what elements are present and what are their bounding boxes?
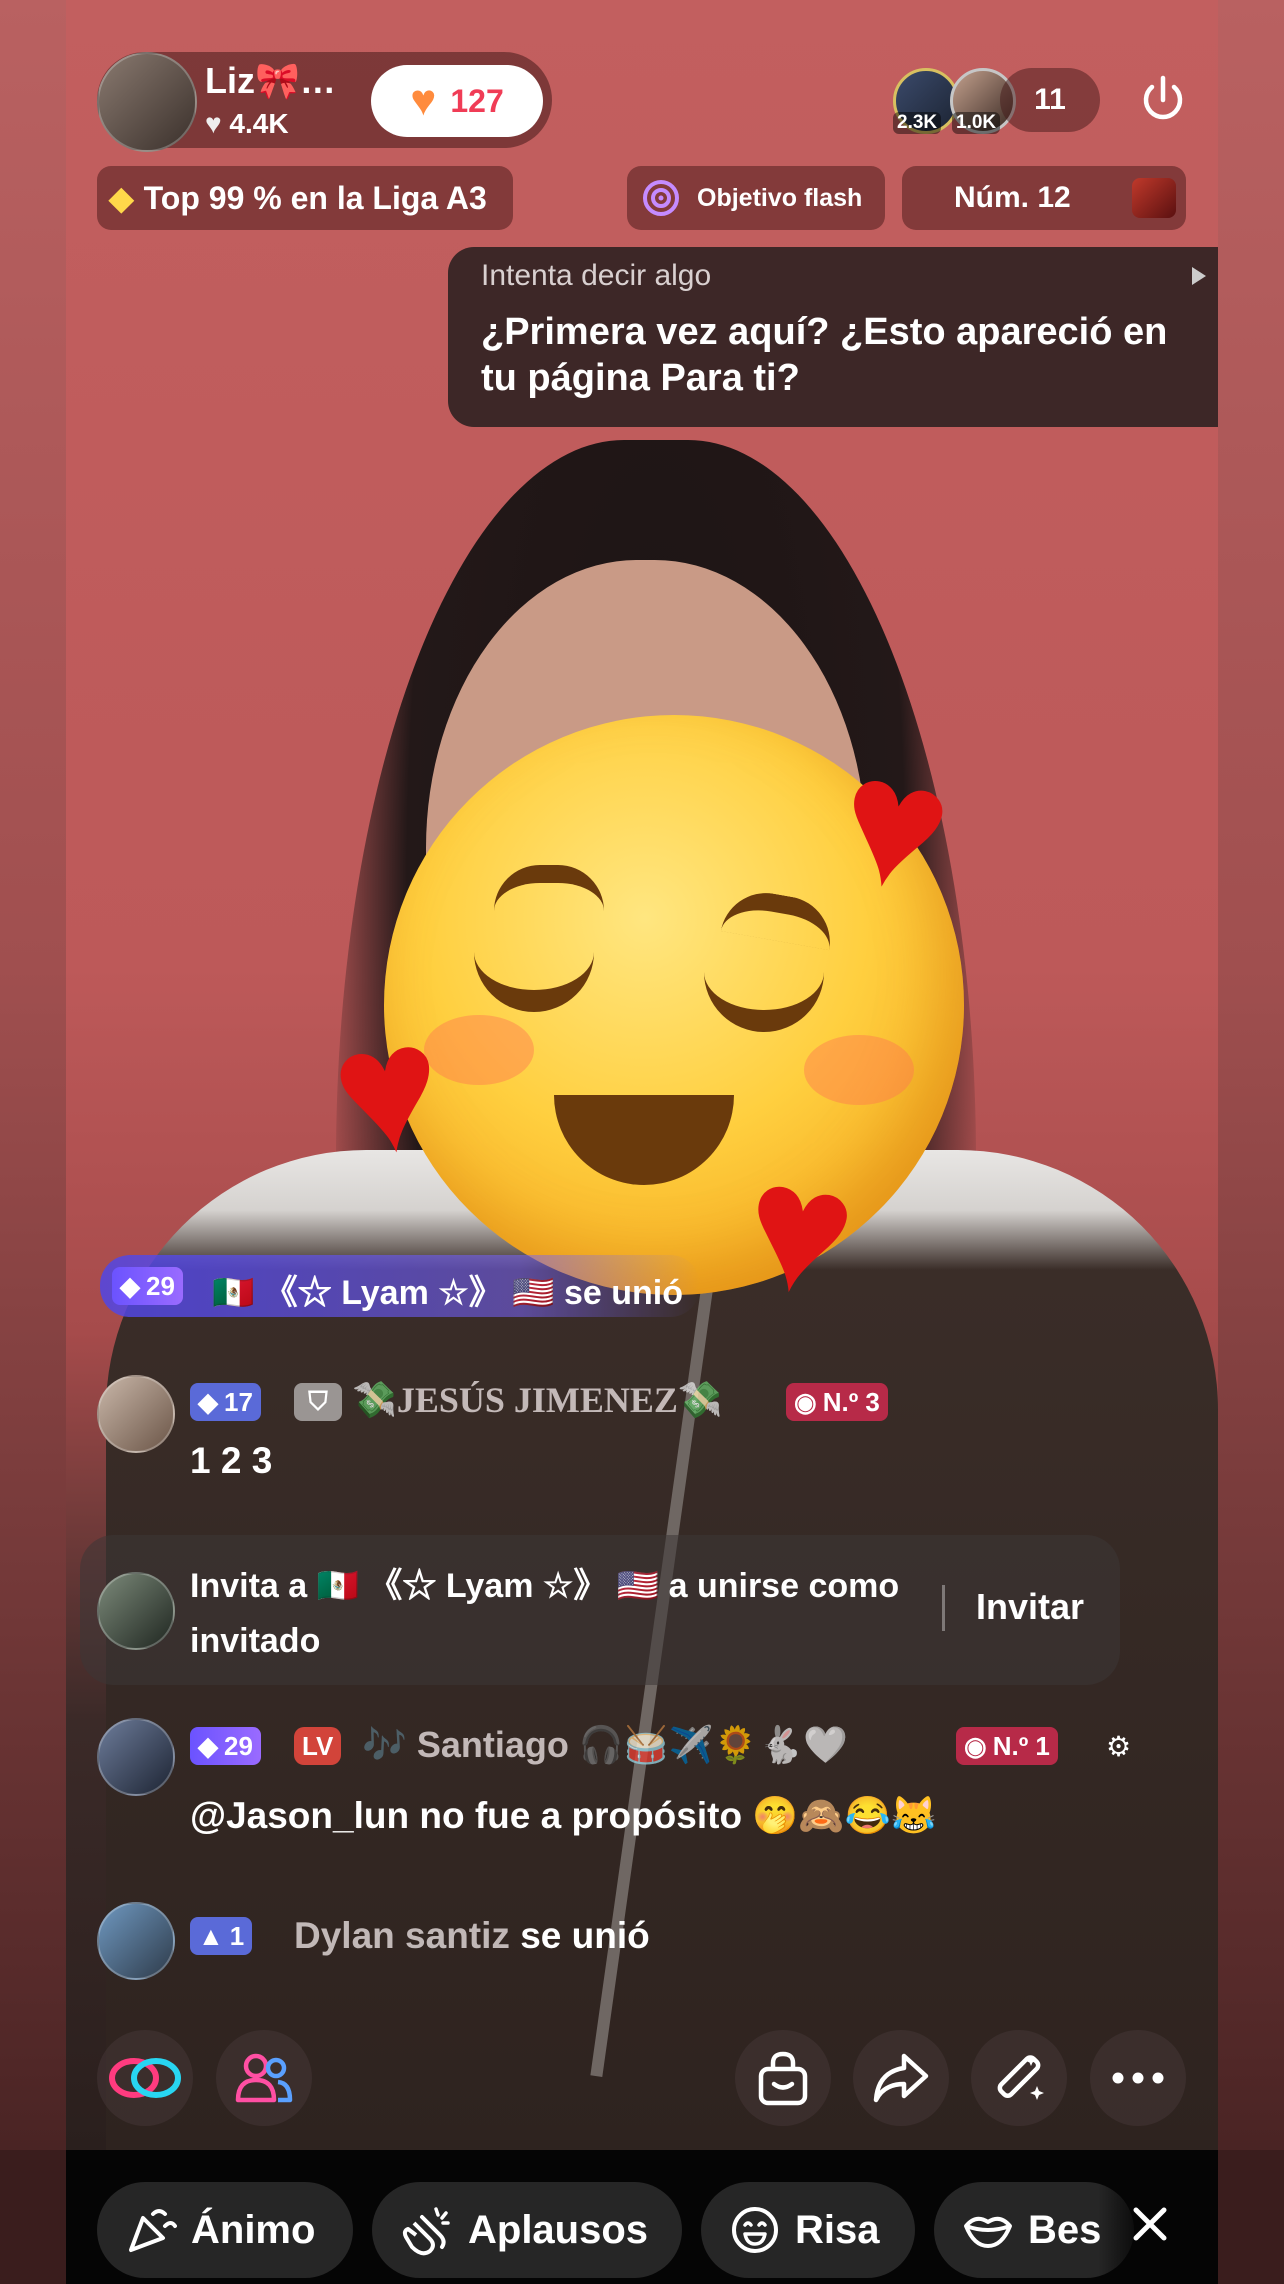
kiss-lips-icon — [964, 2216, 1012, 2248]
party-popper-icon — [129, 2209, 177, 2252]
power-icon[interactable] — [1137, 74, 1189, 126]
clock-icon: ◉ — [964, 1730, 987, 1761]
chat-avatar[interactable] — [97, 1718, 175, 1796]
viewer-count-button[interactable]: 11 — [1000, 68, 1100, 132]
left-blur-edge — [0, 0, 66, 2150]
treasure-chest-icon — [1132, 178, 1176, 218]
rocket-icon: ▲ — [198, 1920, 224, 1951]
clapping-hands-icon — [402, 2207, 450, 2256]
shopping-bag-icon — [758, 2051, 808, 2106]
people-icon — [235, 2053, 293, 2103]
tooltip-hint: Intenta decir algo — [481, 259, 712, 292]
emoji-brow-left — [494, 865, 604, 911]
right-blur-edge — [1218, 0, 1284, 2150]
top-viewer-count: 2.3K — [893, 112, 942, 134]
emoji-mouth — [554, 1095, 734, 1185]
chat-message: @Jason_lun no fue a propósito 🤭🙈😂😹 — [190, 1795, 937, 1836]
quick-reaction-risa[interactable]: Risa — [701, 2182, 915, 2278]
more-dots-icon — [1112, 2072, 1164, 2084]
quick-reaction-aplausos[interactable]: Aplausos — [372, 2182, 682, 2278]
level-badge: ◆ 17 — [190, 1383, 261, 1421]
invite-text-line2: invitado — [190, 1622, 321, 1660]
level-badge: ◆ 29 — [190, 1727, 261, 1765]
chat-username[interactable]: 🎶 Santiago 🎧🥁✈️🌻🐇🤍 — [362, 1724, 848, 1766]
emoji-blush-left — [424, 1015, 534, 1085]
join-banner-text: 🇲🇽 《☆ Lyam ☆》 🇺🇸 se unió — [212, 1274, 684, 1312]
target-icon — [643, 180, 679, 216]
heart-outline-icon: ♥ — [205, 108, 222, 139]
follow-count: 127 — [450, 82, 504, 119]
follow-button[interactable]: ♥ 127 — [371, 65, 543, 137]
comment-prompt-tooltip[interactable]: Intenta decir algo ¿Primera vez aquí? ¿E… — [448, 247, 1218, 427]
chat-join-message: Dylan santiz se unió — [294, 1915, 650, 1956]
quick-reaction-animo[interactable]: Ánimo — [97, 2182, 353, 2278]
rank-badge: ◉ N.º 3 — [786, 1383, 888, 1421]
invite-text-line1: Invita a 🇲🇽 《☆ Lyam ☆》 🇺🇸 a unirse como — [190, 1567, 900, 1605]
shield-icon: ⛉ — [294, 1383, 342, 1421]
emoji-brow-right — [720, 885, 838, 951]
host-name: Liz🎀… — [205, 60, 336, 101]
chat-avatar[interactable] — [97, 1902, 175, 1980]
lv-badge: LV — [294, 1727, 342, 1765]
heart-icon: ♥ — [410, 76, 437, 125]
guests-button[interactable] — [216, 2030, 312, 2126]
more-button[interactable] — [1090, 2030, 1186, 2126]
host-avatar[interactable] — [97, 52, 197, 152]
gem-icon: ◆ — [198, 1730, 218, 1761]
rank-chip[interactable]: Núm. 12 — [902, 166, 1186, 230]
top-viewer-count: 1.0K — [952, 112, 1001, 134]
share-arrow-icon — [873, 2053, 929, 2103]
magic-wand-icon — [997, 2055, 1044, 2100]
shop-button[interactable] — [735, 2030, 831, 2126]
close-icon[interactable] — [1126, 2200, 1174, 2248]
emoji-eye-right — [704, 970, 824, 1032]
flash-goal-chip[interactable]: Objetivo flash — [627, 166, 885, 230]
chat-message: 1 2 3 — [190, 1440, 273, 1481]
level-badge: ◆ 29 — [112, 1267, 183, 1305]
emoji-eye-left — [474, 950, 594, 1012]
emoji-blush-right — [804, 1035, 914, 1105]
tooltip-text: ¿Primera vez aquí? ¿Esto apareció en tu … — [481, 311, 1168, 399]
user-settings-icon[interactable]: ⚙ — [1106, 1730, 1131, 1763]
gem-icon: ◆ — [120, 1270, 140, 1301]
gem-icon: ◆ — [198, 1386, 218, 1417]
league-chip[interactable]: ◆ Top 99 % en la Liga A3 — [97, 166, 513, 230]
share-button[interactable] — [853, 2030, 949, 2126]
invite-divider — [942, 1585, 945, 1631]
level-badge: ▲ 1 — [190, 1917, 253, 1955]
effects-button[interactable] — [971, 2030, 1067, 2126]
multi-guest-button[interactable] — [97, 2030, 193, 2126]
invite-avatar — [97, 1572, 175, 1650]
play-arrow-icon — [1192, 267, 1206, 285]
chat-avatar[interactable] — [97, 1375, 175, 1453]
invite-button[interactable]: Invitar — [976, 1586, 1084, 1628]
laughing-face-icon — [732, 2207, 778, 2253]
diamond-icon: ◆ — [109, 180, 134, 216]
chat-username[interactable]: 💸JESÚS JIMENEZ💸 — [352, 1379, 723, 1421]
clock-icon: ◉ — [794, 1386, 817, 1417]
rank-badge: ◉ N.º 1 — [956, 1727, 1058, 1765]
host-likes: ♥ 4.4K — [205, 108, 289, 139]
link-rings-icon — [109, 2058, 181, 2098]
